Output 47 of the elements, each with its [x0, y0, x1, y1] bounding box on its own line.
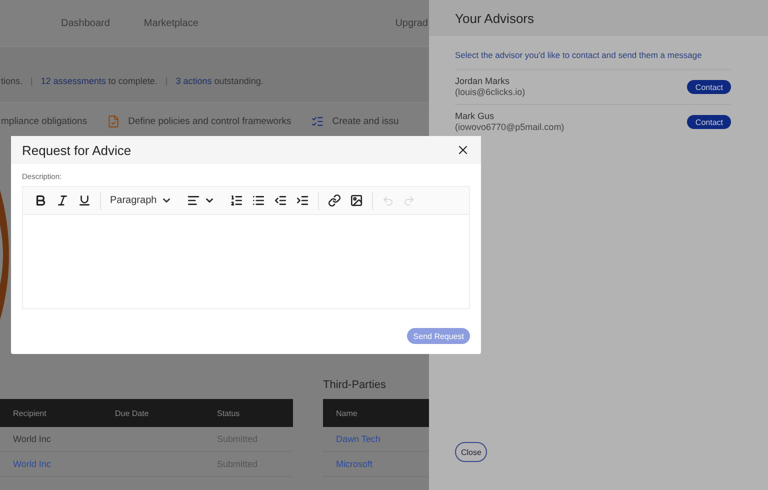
outdent-icon[interactable]	[274, 194, 287, 207]
bold-icon[interactable]	[34, 194, 47, 207]
advisor-name: Jordan Marks	[455, 76, 511, 87]
indent-icon[interactable]	[296, 194, 309, 207]
nav-link[interactable]: Dashboard	[61, 18, 110, 28]
nav-link[interactable]: Marketplace	[144, 18, 198, 28]
third-party-link[interactable]: Dawn Tech	[336, 434, 429, 444]
summary-text: tions.	[1, 76, 23, 86]
column-header: Due Date	[115, 408, 150, 418]
column-header: Status	[217, 408, 241, 418]
numbered-list-icon[interactable]	[230, 194, 243, 207]
advisor-email: (louis@6clicks.io)	[455, 87, 526, 98]
underline-icon[interactable]	[78, 194, 91, 207]
recipient-link[interactable]: World Inc	[13, 459, 217, 469]
section-title: Third-Parties	[322, 378, 387, 392]
summary-link[interactable]: 3 actions	[176, 76, 212, 86]
italic-icon[interactable]	[56, 194, 69, 207]
separator: |	[165, 76, 168, 86]
column-header: Name	[336, 408, 358, 418]
rich-text-editor[interactable]: Paragraph	[22, 186, 470, 309]
summary-text: 3 actions outstanding.	[176, 76, 264, 86]
advisor-name: Mark Gus	[455, 111, 496, 122]
instruction-text: Select the advisor you'd like to contact and send them a message	[455, 50, 731, 70]
align-left-icon	[186, 194, 200, 207]
bullet-list-icon[interactable]	[252, 194, 265, 207]
block-format-dropdown[interactable]: Paragraph	[110, 195, 178, 206]
document-check-icon	[107, 115, 120, 128]
table-cell-text: World Inc	[13, 434, 52, 444]
nav-link[interactable]: Upgrad	[395, 18, 428, 28]
advisor-email: (iowovo6770@p5mail.com)	[455, 122, 564, 133]
column-header: Recipient	[13, 408, 48, 418]
task-link[interactable]: Create and issu	[332, 116, 399, 127]
task-link[interactable]: Define policies and control frameworks	[128, 116, 292, 127]
summary-text: 12 assessments to complete.	[40, 76, 158, 86]
summary-link[interactable]: 12 assessments	[40, 76, 106, 86]
checklist-icon	[311, 115, 324, 128]
third-party-link[interactable]: Microsoft	[336, 459, 429, 469]
panel-title: Your Advisors	[429, 0, 768, 36]
link-icon[interactable]	[328, 194, 341, 207]
image-icon[interactable]	[350, 194, 363, 207]
contact-button[interactable]: Contact	[687, 80, 731, 94]
separator: |	[30, 76, 33, 86]
close-button[interactable]: Close	[455, 442, 488, 462]
contact-button[interactable]: Contact	[687, 115, 731, 129]
dialog-title: Request for Advice	[22, 142, 132, 158]
close-icon[interactable]	[456, 143, 470, 157]
task-link[interactable]: mpliance obligations	[1, 116, 88, 127]
